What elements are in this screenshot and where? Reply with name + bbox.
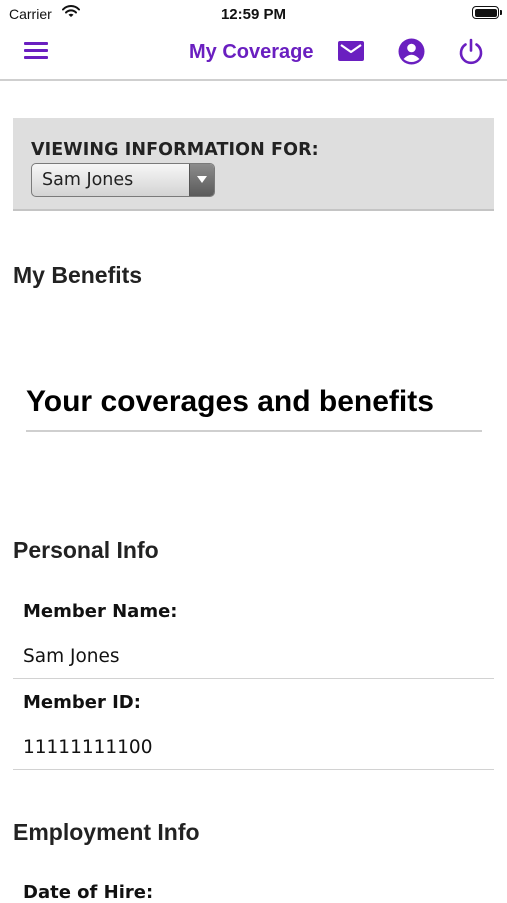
divider — [26, 430, 482, 432]
member-name-value: Sam Jones — [23, 646, 120, 667]
member-id-value: 11111111100 — [23, 737, 153, 758]
viewing-label: VIEWING INFORMATION FOR: — [31, 140, 319, 160]
nav-bar: My Coverage — [0, 28, 507, 81]
menu-icon[interactable] — [24, 40, 48, 65]
personal-info-heading: Personal Info — [13, 537, 159, 563]
chevron-down-icon — [189, 164, 214, 196]
power-icon[interactable] — [458, 38, 484, 70]
employment-info-heading: Employment Info — [13, 819, 200, 845]
my-benefits-heading: My Benefits — [13, 262, 143, 288]
mail-icon[interactable] — [338, 40, 364, 67]
member-selector-panel: VIEWING INFORMATION FOR: Sam Jones — [13, 118, 494, 211]
coverages-title: Your coverages and benefits — [26, 385, 434, 418]
clock: 12:59 PM — [220, 6, 287, 23]
member-select-value: Sam Jones — [42, 170, 134, 190]
divider — [13, 678, 494, 679]
battery-icon — [472, 6, 502, 19]
member-name-label: Member Name: — [23, 601, 178, 622]
status-bar: Carrier 12:59 PM — [0, 0, 507, 28]
divider — [13, 769, 494, 770]
page-title: My Coverage — [189, 41, 314, 63]
member-select[interactable]: Sam Jones — [31, 163, 215, 197]
account-icon[interactable] — [398, 38, 425, 70]
member-id-label: Member ID: — [23, 692, 141, 713]
